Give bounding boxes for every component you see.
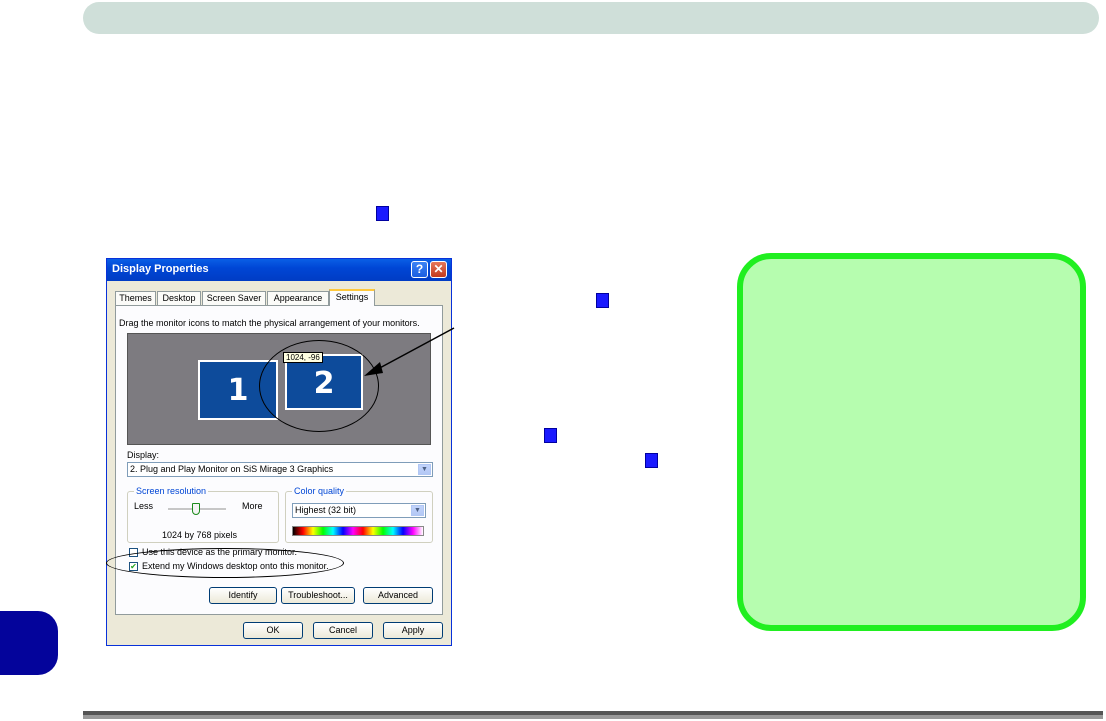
troubleshoot-button[interactable]: Troubleshoot... [281, 587, 355, 604]
step-marker-4 [645, 453, 658, 468]
chevron-down-icon[interactable]: ▼ [411, 505, 424, 516]
monitor-position-tooltip: 1024, -96 [283, 352, 323, 363]
screen-resolution-group: Screen resolution Less More 1024 by 768 … [127, 486, 279, 543]
monitor-1-icon[interactable]: 1 [198, 360, 278, 420]
side-chapter-tab [0, 611, 58, 675]
advanced-button[interactable]: Advanced [363, 587, 433, 604]
help-button[interactable]: ? [411, 261, 428, 278]
slider-more-label: More [242, 501, 263, 511]
chevron-down-icon[interactable]: ▼ [418, 464, 431, 475]
resolution-value: 1024 by 768 pixels [162, 530, 238, 540]
dialog-title: Display Properties [112, 263, 209, 275]
color-quality-label: Color quality [292, 486, 347, 496]
tab-screen-saver[interactable]: Screen Saver [202, 291, 266, 305]
apply-button[interactable]: Apply [383, 622, 443, 639]
screen-resolution-label: Screen resolution [134, 486, 209, 496]
instruction-text: Drag the monitor icons to match the phys… [119, 318, 420, 328]
color-quality-select[interactable]: Highest (32 bit) ▼ [292, 503, 426, 518]
step-marker-1 [376, 206, 389, 221]
display-select[interactable]: 2. Plug and Play Monitor on SiS Mirage 3… [127, 462, 433, 477]
display-select-value: 2. Plug and Play Monitor on SiS Mirage 3… [130, 464, 334, 474]
step-marker-3 [544, 428, 557, 443]
primary-monitor-label: Use this device as the primary monitor. [142, 547, 298, 557]
color-quality-value: Highest (32 bit) [295, 505, 357, 515]
primary-monitor-checkbox[interactable] [129, 548, 138, 557]
slider-less-label: Less [134, 501, 154, 511]
identify-button[interactable]: Identify [209, 587, 277, 604]
tab-desktop[interactable]: Desktop [157, 291, 201, 305]
monitor-arrangement-area: 1 2 1024, -96 [127, 333, 431, 445]
note-box [737, 253, 1086, 631]
tab-settings[interactable]: Settings [329, 289, 375, 306]
extend-desktop-checkbox[interactable]: ✔ [129, 562, 138, 571]
color-spectrum-bar [292, 526, 424, 536]
page-header-bar [83, 2, 1099, 34]
ok-button[interactable]: OK [243, 622, 303, 639]
cancel-button[interactable]: Cancel [313, 622, 373, 639]
display-label: Display: [127, 450, 160, 460]
tab-appearance[interactable]: Appearance [267, 291, 329, 305]
extend-desktop-label: Extend my Windows desktop onto this moni… [142, 561, 329, 571]
display-properties-dialog: Display Properties ? ✕ Themes Desktop Sc… [106, 258, 452, 646]
dialog-titlebar: Display Properties ? ✕ [107, 259, 451, 281]
color-quality-group: Color quality Highest (32 bit) ▼ [285, 486, 433, 543]
close-button[interactable]: ✕ [430, 261, 447, 278]
footer-rule [83, 711, 1103, 719]
tab-themes[interactable]: Themes [115, 291, 156, 305]
resolution-slider-thumb[interactable] [192, 503, 200, 515]
step-marker-2 [596, 293, 609, 308]
